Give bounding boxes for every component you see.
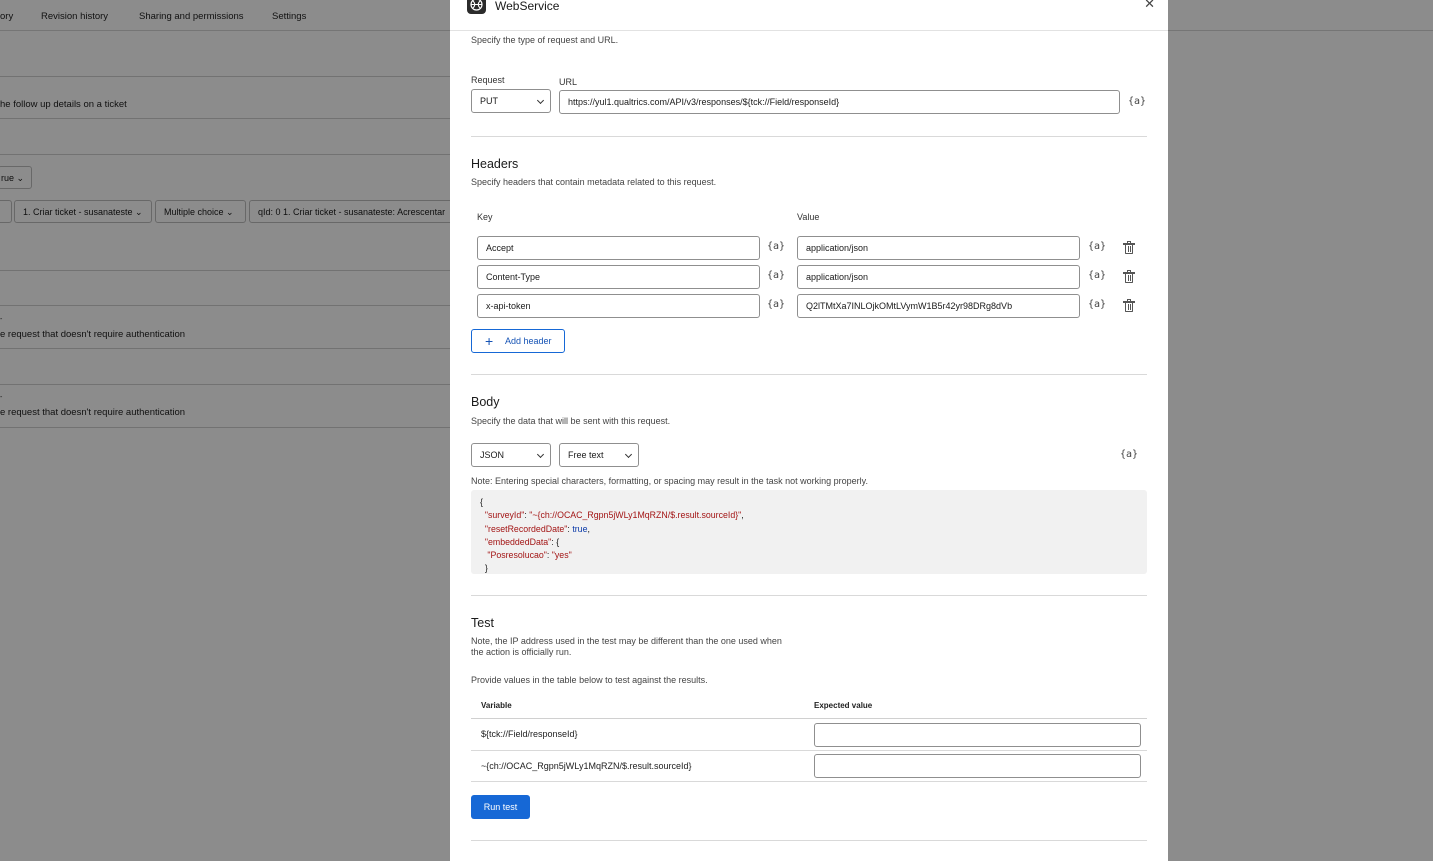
body-title: Body [471, 395, 500, 409]
code-key: "embeddedData" [484, 536, 552, 547]
request-label: Request [471, 75, 505, 85]
header-value-input[interactable]: application/json [797, 265, 1080, 289]
piped-text-icon[interactable]: {a} [767, 270, 785, 281]
code-key: "surveyId" [484, 510, 525, 521]
headers-description: Specify headers that contain metadata re… [471, 177, 717, 187]
piped-text-icon[interactable]: {a} [767, 241, 785, 252]
body-mode-value: Free text [568, 450, 604, 460]
modal-header: WebService ✕ [450, 0, 1168, 31]
section-divider [471, 595, 1147, 596]
piped-text-icon[interactable]: {a} [1120, 449, 1138, 460]
code-value: "~{ch://OCAC_Rgpn5jWLy1MqRZN/$.result.so… [529, 510, 742, 521]
headers-value-label: Value [797, 212, 820, 222]
body-mode-select[interactable]: Free text [559, 443, 639, 467]
expected-value-input[interactable] [814, 754, 1141, 778]
webservice-modal: WebService ✕ Specify the type of request… [450, 0, 1168, 861]
section-divider [471, 374, 1147, 375]
request-method-value: PUT [480, 96, 498, 106]
test-variable-cell: ~{ch://OCAC_Rgpn5jWLy1MqRZN/$.result.sou… [481, 761, 692, 771]
run-test-button[interactable]: Run test [471, 795, 530, 819]
code-value: { [556, 536, 560, 547]
test-variable-cell: ${tck://Field/responseId} [481, 729, 578, 739]
chevron-down-icon [536, 450, 545, 459]
chevron-down-icon [536, 96, 545, 105]
piped-text-icon[interactable]: {a} [1088, 299, 1106, 310]
table-row-divider [471, 781, 1147, 782]
header-value-input[interactable]: Q2lTMtXa7INLOjkOMtLVymW1B5r42yr98DRg8dVb [797, 294, 1080, 318]
trash-icon[interactable] [1123, 241, 1135, 254]
test-instructions: Provide values in the table below to tes… [471, 675, 708, 685]
modal-title: WebService [495, 0, 560, 13]
webservice-globe-icon [467, 0, 486, 14]
header-key-input[interactable]: Accept [477, 236, 760, 260]
code-key: "Posresolucao" [487, 550, 547, 561]
header-key-input[interactable]: x-api-token [477, 294, 760, 318]
header-key-input[interactable]: Content-Type [477, 265, 760, 289]
body-note: Note: Entering special characters, forma… [471, 476, 869, 486]
headers-key-label: Key [477, 212, 493, 222]
add-header-button[interactable]: + Add header [471, 329, 565, 353]
test-note-line1: Note, the IP address used in the test ma… [471, 636, 782, 646]
piped-text-icon[interactable]: {a} [767, 299, 785, 310]
header-value-input[interactable]: application/json [797, 236, 1080, 260]
body-description: Specify the data that will be sent with … [471, 416, 671, 426]
code-brace: { [480, 497, 483, 507]
section-divider [471, 136, 1147, 137]
trash-icon[interactable] [1123, 270, 1135, 283]
close-icon[interactable]: ✕ [1144, 0, 1155, 12]
request-method-select[interactable]: PUT [471, 89, 551, 113]
table-row-divider [471, 750, 1147, 751]
piped-text-icon[interactable]: {a} [1088, 270, 1106, 281]
col-variable: Variable [481, 701, 512, 710]
col-expected-value: Expected value [814, 701, 873, 710]
trash-icon[interactable] [1123, 299, 1135, 312]
url-input[interactable]: https://yul1.qualtrics.com/API/v3/respon… [559, 90, 1120, 114]
test-note-line2: the action is officially run. [471, 647, 572, 657]
code-value: true [572, 523, 588, 534]
body-code-editor[interactable]: { "surveyId": "~{ch://OCAC_Rgpn5jWLy1MqR… [471, 490, 1147, 574]
add-header-label: Add header [505, 336, 552, 346]
code-value: "yes" [551, 550, 572, 561]
code-brace: } [484, 563, 488, 574]
chevron-down-icon [624, 450, 633, 459]
test-table-header: Variable Expected value [471, 697, 1147, 719]
body-format-value: JSON [480, 450, 505, 460]
expected-value-input[interactable] [814, 723, 1141, 747]
code-key: "resetRecordedDate" [484, 523, 568, 534]
request-description: Specify the type of request and URL. [471, 35, 619, 45]
piped-text-icon[interactable]: {a} [1088, 241, 1106, 252]
test-title: Test [471, 616, 494, 630]
piped-text-icon[interactable]: {a} [1128, 96, 1146, 107]
headers-title: Headers [471, 157, 519, 171]
url-label: URL [559, 77, 578, 87]
plus-icon: + [485, 333, 494, 349]
section-divider [471, 840, 1147, 841]
body-format-select[interactable]: JSON [471, 443, 551, 467]
